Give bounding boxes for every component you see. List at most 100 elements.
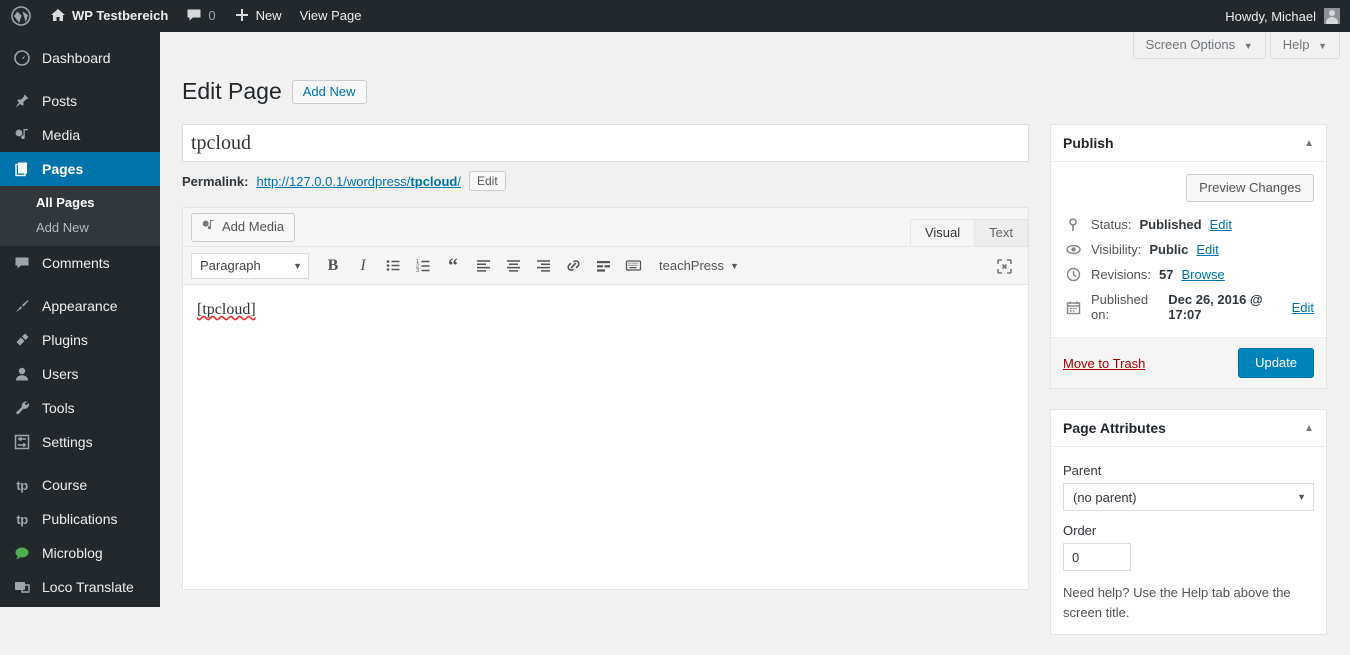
blockquote-icon[interactable]: “: [439, 253, 467, 279]
toggle-up-icon[interactable]: ▲: [1304, 423, 1314, 434]
plus-icon: [234, 7, 250, 26]
sidebar-item-pages[interactable]: Pages: [0, 152, 160, 186]
edit-published-date-link[interactable]: Edit: [1292, 300, 1314, 315]
sidebar-item-publications[interactable]: tp Publications: [0, 502, 160, 536]
sidebar-item-label: Users: [42, 366, 79, 382]
sidebar-item-label: Dashboard: [42, 50, 111, 66]
visibility-value: Public: [1149, 242, 1188, 257]
microblog-bubble-icon: [12, 543, 32, 563]
sidebar-item-label: Appearance: [42, 298, 118, 314]
visibility-label: Visibility:: [1091, 242, 1141, 257]
wordpress-logo-icon[interactable]: [0, 0, 41, 32]
bulleted-list-icon[interactable]: [379, 253, 407, 279]
home-icon: [50, 7, 66, 26]
sidebar-item-tools[interactable]: Tools: [0, 391, 160, 425]
bold-icon[interactable]: B: [319, 253, 347, 279]
revisions-label: Revisions:: [1091, 267, 1151, 282]
permalink-slug: tpcloud: [410, 174, 457, 189]
order-input[interactable]: [1063, 543, 1131, 571]
sidebar-item-add-new-page[interactable]: Add New: [0, 215, 160, 240]
parent-select[interactable]: (no parent) ▼: [1063, 483, 1314, 511]
sidebar-item-label: Loco Translate: [42, 579, 134, 595]
move-to-trash-link[interactable]: Move to Trash: [1063, 356, 1145, 371]
new-label: New: [256, 0, 282, 32]
publish-metabox-title: Publish: [1063, 135, 1114, 151]
pages-icon: [12, 159, 32, 179]
sidebar-item-posts[interactable]: Posts: [0, 84, 160, 118]
post-title-input[interactable]: [182, 124, 1029, 162]
appearance-brush-icon: [12, 296, 32, 316]
sidebar-item-appearance[interactable]: Appearance: [0, 289, 160, 323]
sidebar-item-media[interactable]: Media: [0, 118, 160, 152]
italic-icon[interactable]: I: [349, 253, 377, 279]
align-left-icon[interactable]: [469, 253, 497, 279]
teachpress-tp-icon: tp: [12, 509, 32, 529]
loco-translate-icon: [12, 577, 32, 597]
parent-label: Parent: [1063, 463, 1314, 478]
media-icon: [201, 218, 216, 236]
align-center-icon[interactable]: [499, 253, 527, 279]
edit-status-link[interactable]: Edit: [1210, 217, 1232, 232]
media-icon: [12, 125, 32, 145]
help-button[interactable]: Help ▼: [1270, 32, 1340, 59]
site-name-menu[interactable]: WP Testbereich: [41, 0, 177, 32]
distraction-free-icon[interactable]: [990, 253, 1018, 279]
edit-visibility-link[interactable]: Edit: [1196, 242, 1218, 257]
plugin-icon: [12, 330, 32, 350]
numbered-list-icon[interactable]: 123: [409, 253, 437, 279]
format-select[interactable]: Paragraph ▼: [191, 253, 309, 279]
settings-sliders-icon: [12, 432, 32, 452]
sidebar-item-course[interactable]: tp Course: [0, 468, 160, 502]
permalink-link[interactable]: http://127.0.0.1/wordpress/tpcloud/: [256, 174, 461, 189]
chevron-down-icon: ▼: [730, 261, 739, 271]
chevron-down-icon: ▼: [293, 261, 302, 271]
new-content-menu[interactable]: New: [225, 0, 291, 32]
sidebar-item-label: Pages: [42, 161, 83, 177]
post-body-side-column: Publish ▲ Preview Changes Status: Publis…: [1050, 124, 1327, 655]
keyboard-shortcuts-icon[interactable]: [619, 253, 647, 279]
insert-read-more-icon[interactable]: [589, 253, 617, 279]
major-publishing-actions: Move to Trash Update: [1051, 337, 1326, 388]
link-icon[interactable]: [559, 253, 587, 279]
wrench-icon: [12, 398, 32, 418]
tab-text[interactable]: Text: [974, 219, 1028, 246]
my-account-menu[interactable]: Howdy, Michael: [1225, 8, 1350, 24]
sidebar-item-label: Publications: [42, 511, 118, 527]
screen-options-button[interactable]: Screen Options ▼: [1133, 32, 1266, 59]
post-body-main-column: Permalink: http://127.0.0.1/wordpress/tp…: [182, 124, 1029, 590]
comments-menu[interactable]: 0: [177, 0, 224, 32]
admin-menu: Dashboard Posts Media Pages All Pages Ad…: [0, 32, 160, 607]
sidebar-item-dashboard[interactable]: Dashboard: [0, 41, 160, 75]
preview-changes-button[interactable]: Preview Changes: [1186, 174, 1314, 202]
status-row: Status: Published Edit: [1063, 212, 1314, 237]
add-new-page-button[interactable]: Add New: [292, 80, 367, 104]
sidebar-item-settings[interactable]: Settings: [0, 425, 160, 459]
sidebar-item-comments[interactable]: Comments: [0, 246, 160, 280]
browse-revisions-link[interactable]: Browse: [1181, 267, 1224, 282]
editor-content-area[interactable]: [tpcloud]: [183, 284, 1028, 589]
howdy-label: Howdy, Michael: [1225, 9, 1316, 24]
update-button[interactable]: Update: [1238, 348, 1314, 378]
teachpress-dropdown[interactable]: teachPress ▼: [659, 258, 739, 273]
editor-mode-tabs: Visual Text: [911, 219, 1028, 246]
publish-metabox: Publish ▲ Preview Changes Status: Publis…: [1050, 124, 1327, 389]
sidebar-item-plugins[interactable]: Plugins: [0, 323, 160, 357]
admin-bar: WP Testbereich 0 New View Page Howdy, Mi…: [0, 0, 1350, 32]
teachpress-label: teachPress: [659, 258, 724, 273]
align-right-icon[interactable]: [529, 253, 557, 279]
permalink-suffix: /: [457, 174, 461, 189]
sidebar-item-loco-translate[interactable]: Loco Translate: [0, 570, 160, 604]
edit-slug-button[interactable]: Edit: [469, 171, 506, 191]
tab-visual[interactable]: Visual: [910, 219, 975, 247]
toggle-up-icon[interactable]: ▲: [1304, 138, 1314, 149]
view-page-link[interactable]: View Page: [291, 0, 371, 32]
sidebar-item-users[interactable]: Users: [0, 357, 160, 391]
sidebar-item-label: Tools: [42, 400, 75, 416]
editor-toolbar: Paragraph ▼ B I 123 “: [183, 246, 1028, 284]
sidebar-item-microblog[interactable]: Microblog: [0, 536, 160, 570]
publish-metabox-body: Preview Changes Status: Published Edit V…: [1051, 162, 1326, 388]
page-attributes-header: Page Attributes ▲: [1051, 410, 1326, 447]
published-on-label: Published on:: [1091, 292, 1160, 322]
add-media-button[interactable]: Add Media: [191, 213, 295, 242]
sidebar-item-all-pages[interactable]: All Pages: [0, 190, 160, 215]
